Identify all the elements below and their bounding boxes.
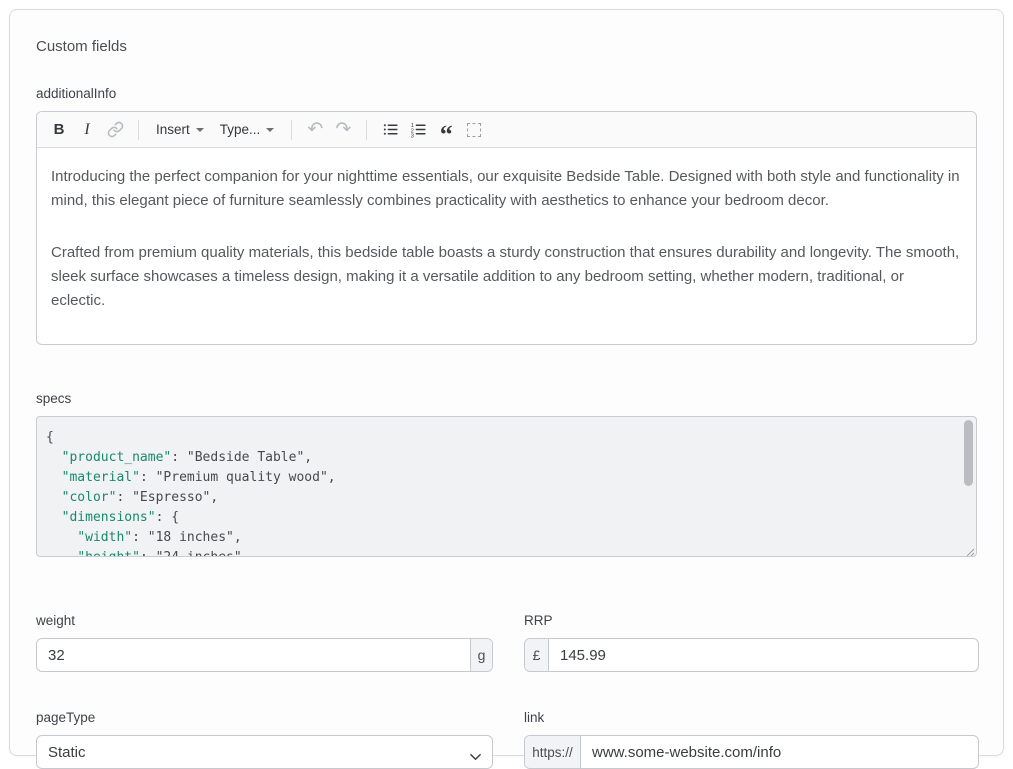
numbered-list-icon: 1 2 3 (410, 121, 427, 138)
toolbar-divider (291, 120, 292, 140)
specs-field: specs { "product_name": "Bedside Table",… (36, 391, 977, 557)
italic-button[interactable]: I (73, 116, 101, 144)
insert-dropdown-label: Insert (156, 122, 190, 137)
blockquote-icon: “ (440, 130, 453, 140)
editor-paragraph[interactable]: Crafted from premium quality materials, … (51, 241, 962, 313)
undo-icon: ↶ (307, 120, 323, 139)
blockquote-button[interactable]: “ (432, 116, 460, 144)
link-field: link https:// (524, 710, 979, 769)
numbered-list-button[interactable]: 1 2 3 (404, 116, 432, 144)
rrp-field: RRP £ (524, 613, 979, 672)
weight-input-group: g (36, 638, 493, 672)
rrp-label: RRP (524, 613, 979, 628)
code-line[interactable]: "height": "24 inches", (46, 548, 954, 557)
toolbar-divider (138, 120, 139, 140)
page-type-select[interactable]: Static (36, 735, 493, 769)
undo-button[interactable]: ↶ (301, 116, 329, 144)
page-title: Custom fields (36, 38, 977, 55)
weight-field: weight g (36, 613, 493, 672)
page-type-label: pageType (36, 710, 493, 725)
weight-input[interactable] (37, 639, 470, 671)
additional-info-field: additionalInfo B I Insert (36, 86, 977, 345)
link-label: link (524, 710, 979, 725)
weight-label: weight (36, 613, 493, 628)
weight-unit-addon: g (470, 639, 492, 671)
svg-text:3: 3 (411, 134, 414, 138)
link-button[interactable] (101, 116, 129, 144)
resize-grip-icon[interactable] (964, 544, 975, 555)
rrp-input[interactable] (549, 639, 978, 671)
toolbar-divider (366, 120, 367, 140)
additional-info-label: additionalInfo (36, 86, 977, 101)
chevron-down-icon (196, 128, 204, 132)
link-protocol-addon: https:// (525, 736, 581, 768)
link-input[interactable] (581, 736, 978, 768)
rrp-input-group: £ (524, 638, 979, 672)
chevron-down-icon (266, 128, 274, 132)
custom-fields-panel: Custom fields additionalInfo B I Ins (9, 9, 1004, 756)
type-dropdown-label: Type... (220, 122, 261, 137)
code-line[interactable]: "product_name": "Bedside Table", (46, 448, 954, 468)
specs-code-editor[interactable]: { "product_name": "Bedside Table", "mate… (36, 416, 977, 557)
rte-content[interactable]: Introducing the perfect companion for yo… (37, 148, 976, 344)
bullet-list-button[interactable] (376, 116, 404, 144)
specs-code: { "product_name": "Bedside Table", "mate… (46, 428, 954, 557)
bullet-list-icon (382, 121, 399, 138)
code-line[interactable]: "width": "18 inches", (46, 528, 954, 548)
code-line[interactable]: "material": "Premium quality wood", (46, 468, 954, 488)
rich-text-editor: B I Insert Type... (36, 111, 977, 345)
rrp-currency-addon: £ (525, 639, 549, 671)
redo-button[interactable]: ↷ (329, 116, 357, 144)
bold-button[interactable]: B (45, 116, 73, 144)
code-line[interactable]: { (46, 428, 954, 448)
code-line[interactable]: "color": "Espresso", (46, 488, 954, 508)
code-block-button[interactable] (460, 116, 488, 144)
insert-dropdown[interactable]: Insert (148, 116, 212, 144)
rte-toolbar: B I Insert Type... (37, 112, 976, 148)
page-type-field: pageType Static (36, 710, 493, 769)
editor-paragraph[interactable]: Introducing the perfect companion for yo… (51, 165, 962, 213)
redo-icon: ↷ (335, 120, 351, 139)
dashed-block-icon (467, 123, 481, 137)
specs-label: specs (36, 391, 977, 406)
link-icon (107, 121, 124, 138)
link-input-group: https:// (524, 735, 979, 769)
code-line[interactable]: "dimensions": { (46, 508, 954, 528)
type-dropdown[interactable]: Type... (212, 116, 283, 144)
scrollbar-thumb[interactable] (964, 420, 973, 486)
